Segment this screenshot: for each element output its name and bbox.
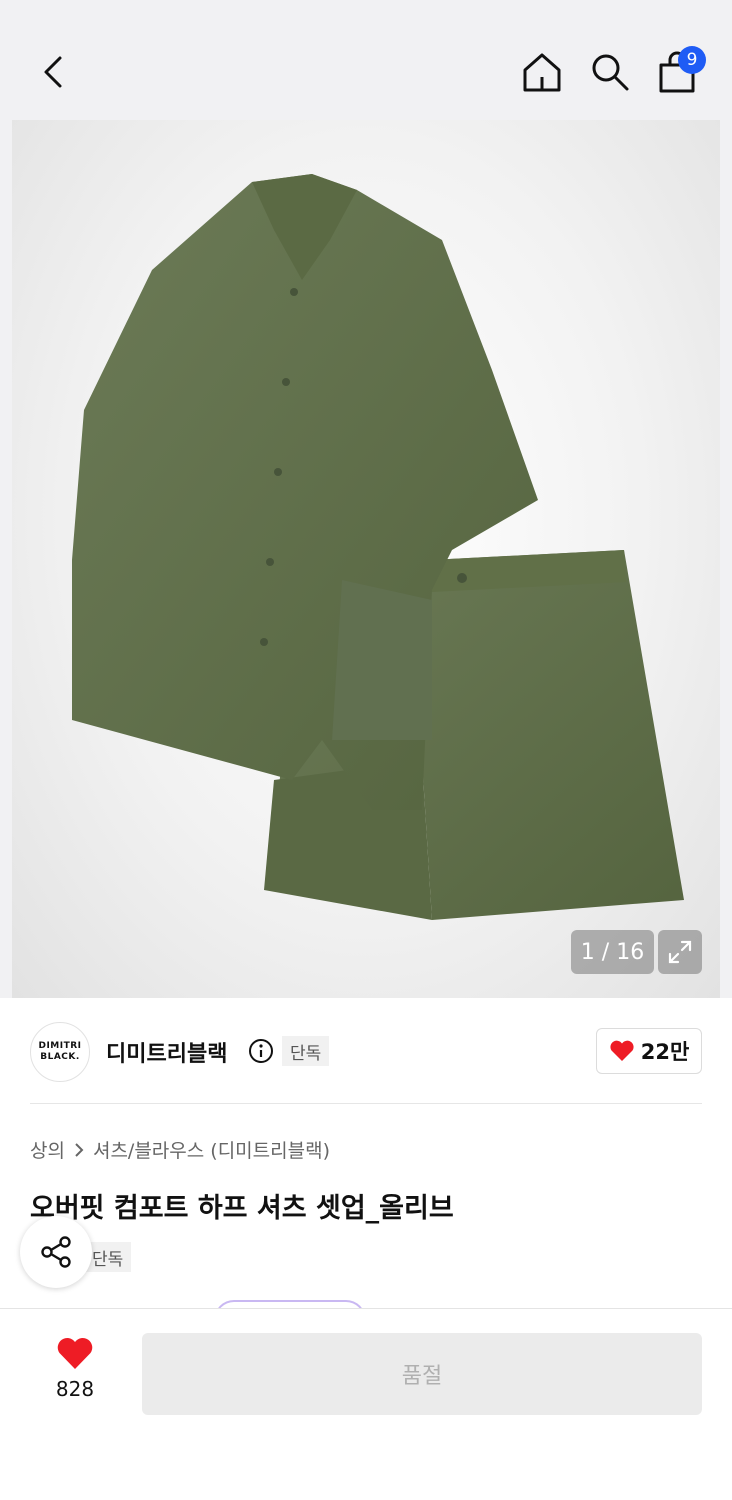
back-button[interactable] (30, 46, 76, 98)
home-button[interactable] (516, 46, 568, 98)
fullscreen-button[interactable] (658, 930, 702, 974)
chevron-right-icon (75, 1142, 84, 1157)
brand-like-button[interactable]: 22만 (596, 1028, 702, 1074)
search-icon (592, 54, 629, 91)
wish-button[interactable]: 828 (40, 1337, 110, 1407)
cart-count-badge: 9 (678, 46, 706, 74)
product-title: 오버핏 컴포트 하프 셔츠 셋업_올리브 (30, 1193, 454, 1224)
exclusive-badge: 단독 (282, 1036, 330, 1066)
home-icon (523, 53, 561, 92)
product-photo (72, 174, 684, 920)
breadcrumb: 상의 셔츠/블라우스 (디미트리블랙) (30, 1136, 330, 1163)
sold-out-button[interactable]: 품절 (142, 1333, 702, 1415)
bottom-action-bar: 828 품절 (0, 1308, 732, 1500)
brand-name[interactable]: 디미트리블랙 (106, 1036, 227, 1068)
wish-count: 828 (55, 1377, 95, 1401)
product-image (12, 120, 720, 998)
share-button[interactable] (20, 1216, 92, 1288)
heart-icon (610, 1040, 634, 1061)
share-icon (41, 1236, 71, 1268)
info-icon[interactable] (248, 1038, 274, 1064)
brand-logo[interactable]: DIMITRI BLACK. (30, 1022, 90, 1082)
expand-icon (668, 940, 692, 964)
search-button[interactable] (584, 46, 636, 98)
divider (30, 1103, 702, 1104)
product-image-gallery[interactable] (0, 120, 732, 998)
breadcrumb-item-category[interactable]: 상의 (30, 1136, 65, 1163)
chevron-left-icon (44, 56, 62, 88)
heart-icon (57, 1337, 93, 1369)
brand-row: DIMITRI BLACK. 디미트리블랙 단독 22만 (30, 1020, 702, 1082)
image-counter: 1 / 16 (571, 930, 654, 974)
top-bar: 9 (0, 0, 732, 120)
brand-like-count: 22만 (640, 1040, 690, 1064)
cart-button[interactable]: 9 (650, 46, 706, 98)
breadcrumb-item-subcategory[interactable]: 셔츠/블라우스 (디미트리블랙) (93, 1136, 330, 1163)
